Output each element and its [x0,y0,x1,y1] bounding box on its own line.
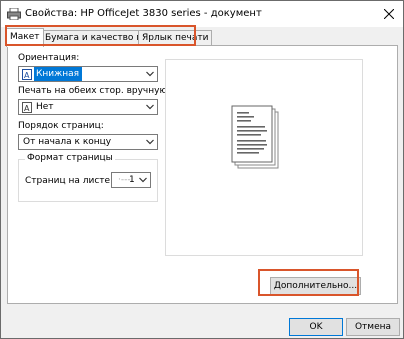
printer-icon [7,8,21,20]
pages-per-sheet-select[interactable]: ·--- 1 [111,172,151,188]
page-format-group: Формат страницы Страниц на листе ·--- 1 [18,153,158,202]
chevron-down-icon [146,139,154,145]
page-order-label: Порядок страниц: [18,121,104,131]
chevron-down-icon [146,71,154,77]
close-button[interactable] [375,1,403,27]
svg-text:A: A [24,71,30,80]
title-bar: Свойства: HP OfficeJet 3830 series - док… [1,1,403,27]
tab-layout[interactable]: Макет [6,28,44,47]
orientation-value: Книжная [34,67,83,81]
document-preview-icon [231,105,279,169]
page-order-value: От начала к концу [23,137,112,147]
page-format-group-title: Формат страницы [25,153,115,163]
page-preview [165,59,363,256]
chevron-down-icon [139,177,147,183]
duplex-select[interactable]: A Нет [18,99,158,115]
duplex-value: Нет [36,102,54,112]
pages-per-sheet-value: 1 [129,175,135,185]
tab-print-shortcuts[interactable]: Ярлык печати [138,30,213,46]
printer-properties-dialog: Свойства: HP OfficeJet 3830 series - док… [0,0,404,339]
ok-button[interactable]: OK [289,318,343,336]
cancel-button[interactable]: Отмена [346,318,400,336]
close-icon [384,9,394,19]
duplex-label: Печать на обеих стор. вручную: [18,86,171,96]
page-icon: A [22,102,32,113]
advanced-button[interactable]: Дополнительно... [270,277,361,295]
window-title: Свойства: HP OfficeJet 3830 series - док… [25,8,262,19]
orientation-label: Ориентация: [18,53,80,63]
chevron-down-icon [146,104,154,110]
svg-text:A: A [24,104,30,113]
orientation-select[interactable]: A Книжная [18,66,158,82]
page-order-select[interactable]: От начала к концу [18,134,158,150]
portrait-page-icon: A [22,69,32,80]
pages-per-sheet-label: Страниц на листе [25,176,111,186]
layout-panel: Ориентация: A Книжная Печать на обеих ст… [7,45,398,304]
